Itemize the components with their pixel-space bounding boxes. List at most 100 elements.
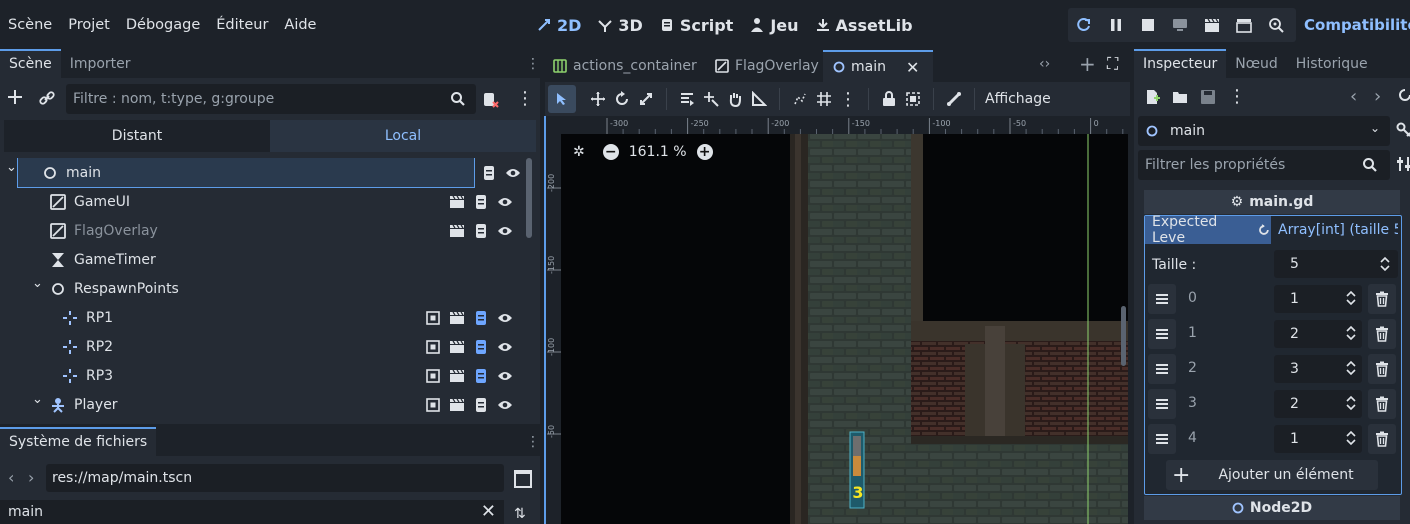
tab-import[interactable]: Importer	[61, 50, 140, 78]
delete-element-icon[interactable]	[1368, 319, 1396, 349]
revert-icon[interactable]	[1257, 223, 1271, 237]
drag-handle-icon[interactable]	[1148, 424, 1176, 454]
clapper-icon[interactable]	[448, 396, 466, 414]
snap-options-menu[interactable]: ⋮	[838, 89, 858, 110]
object-history-icon[interactable]	[1398, 88, 1410, 102]
path-field[interactable]: res://map/main.tscn	[46, 464, 504, 492]
scale-mode-button[interactable]	[636, 89, 656, 109]
remote-mode-button[interactable]: Distant	[4, 120, 270, 152]
filesystem-menu-icon[interactable]: ⋮	[526, 428, 540, 456]
script-section-header[interactable]: ⚙ main.gd	[1144, 190, 1400, 214]
local-mode-button[interactable]: Local	[270, 120, 536, 152]
array-size-field[interactable]: 5	[1274, 250, 1398, 278]
eye-icon[interactable]	[496, 193, 514, 211]
array-type-button[interactable]: Array[int] (taille 5	[1272, 216, 1398, 244]
menu-project[interactable]: Projet	[60, 0, 118, 50]
stop-button[interactable]	[1132, 8, 1164, 42]
group-icon[interactable]	[424, 309, 442, 327]
array-value-field[interactable]: 2	[1274, 320, 1362, 348]
expand-arrow-icon[interactable]: ⌄	[32, 276, 43, 291]
workspace-2d[interactable]: 2D	[528, 0, 589, 50]
clapper-icon[interactable]	[448, 338, 466, 356]
workspace-3d[interactable]: 3D	[589, 0, 650, 50]
object-selector[interactable]: main ⌄	[1138, 116, 1390, 146]
tab-filesystem[interactable]: Système de fichiers	[0, 427, 157, 457]
tree-item-rp3[interactable]: RP3	[4, 361, 526, 390]
tab-inspector[interactable]: Inspecteur	[1134, 49, 1227, 79]
eye-icon[interactable]	[504, 164, 522, 182]
expand-arrow-icon[interactable]: ⌄	[32, 392, 43, 407]
node2d-section-header[interactable]: Node2D	[1144, 496, 1400, 520]
script-blue-icon[interactable]	[472, 367, 490, 385]
lock-button[interactable]	[879, 89, 899, 109]
array-value-field[interactable]: 1	[1274, 425, 1362, 453]
spin-arrows-icon[interactable]	[1346, 360, 1356, 376]
workspace-script[interactable]: Script	[651, 0, 741, 50]
clear-search-icon[interactable]: ✕	[481, 500, 496, 524]
tab-history[interactable]: Historique	[1287, 50, 1377, 78]
history-forward-button[interactable]: ›	[28, 468, 34, 487]
view-menu-button[interactable]: Affichage	[985, 91, 1051, 107]
move-mode-button[interactable]	[588, 89, 608, 109]
center-view-icon[interactable]: ✲	[573, 144, 585, 160]
instance-scene-button[interactable]	[38, 90, 56, 106]
list-select-button[interactable]	[677, 89, 697, 109]
group-icon[interactable]	[424, 367, 442, 385]
history-back-button[interactable]: ‹	[8, 468, 14, 487]
group-button[interactable]	[903, 89, 923, 109]
group-icon[interactable]	[424, 396, 442, 414]
delete-element-icon[interactable]	[1368, 424, 1396, 454]
eye-icon[interactable]	[496, 367, 514, 385]
tree-item-gametimer[interactable]: GameTimer	[4, 245, 526, 274]
array-value-field[interactable]: 3	[1274, 355, 1362, 383]
tree-item-player[interactable]: ⌄ Player	[4, 390, 526, 419]
select-mode-button[interactable]	[548, 85, 576, 113]
filter-script-button[interactable]	[482, 91, 500, 109]
tree-item-gameui[interactable]: GameUI	[4, 187, 526, 216]
menu-editor[interactable]: Éditeur	[208, 0, 276, 50]
spin-arrows-icon[interactable]	[1346, 325, 1356, 341]
history-next-button[interactable]: ›	[1374, 86, 1381, 107]
new-scene-tab-icon[interactable]: +	[1079, 52, 1096, 76]
renderer-selector[interactable]: Compatibilité	[1304, 0, 1410, 50]
split-view-icon[interactable]	[514, 470, 532, 488]
tab-node[interactable]: Nœud	[1226, 50, 1287, 78]
spin-arrows-icon[interactable]	[1346, 395, 1356, 411]
editor-tab-actions-container[interactable]: actions_container	[545, 52, 705, 80]
group-icon[interactable]	[424, 338, 442, 356]
file-search-input[interactable]: main ✕	[0, 500, 504, 524]
run-custom-scene-button[interactable]	[1228, 8, 1260, 42]
delete-element-icon[interactable]	[1368, 354, 1396, 384]
delete-element-icon[interactable]	[1368, 389, 1396, 419]
workspace-assetlib[interactable]: AssetLib	[807, 0, 921, 50]
spin-arrows-icon[interactable]	[1346, 430, 1356, 446]
scene-tree-scrollbar[interactable]	[526, 158, 532, 238]
history-prev-button[interactable]: ‹	[1350, 86, 1357, 107]
array-value-field[interactable]: 1	[1274, 285, 1362, 313]
clapper-icon[interactable]	[448, 193, 466, 211]
grid-snap-button[interactable]	[814, 89, 834, 109]
tree-item-rp1[interactable]: RP1	[4, 303, 526, 332]
drag-handle-icon[interactable]	[1148, 319, 1176, 349]
script-blue-icon[interactable]	[472, 309, 490, 327]
menu-scene[interactable]: Scène	[0, 0, 60, 50]
script-icon[interactable]	[472, 222, 490, 240]
scene-menu-icon[interactable]: ⋮	[516, 88, 534, 109]
pivot-mode-button[interactable]	[701, 89, 721, 109]
property-name-label[interactable]: Expected Leve	[1145, 214, 1271, 246]
save-icon[interactable]	[1200, 89, 1216, 105]
editor-tab-main[interactable]: main ✕	[823, 50, 933, 82]
script-icon[interactable]	[472, 193, 490, 211]
eye-icon[interactable]	[496, 222, 514, 240]
add-element-button[interactable]: + Ajouter un élément	[1166, 460, 1378, 490]
rotate-mode-button[interactable]	[612, 89, 632, 109]
spin-arrows-icon[interactable]	[1380, 256, 1390, 272]
object-properties-button[interactable]	[1396, 122, 1410, 138]
remote-debug-button[interactable]	[1164, 8, 1196, 42]
close-tab-icon[interactable]: ✕	[906, 58, 919, 77]
tree-item-respawnpoints[interactable]: ⌄ RespawnPoints	[4, 274, 526, 303]
drag-handle-icon[interactable]	[1148, 284, 1176, 314]
2d-viewport[interactable]: -300 -250 -200 -150 -100 -50 0 -200 -150 -100 -50…	[545, 116, 1128, 524]
reload-button[interactable]	[1068, 8, 1100, 42]
dock-menu-icon[interactable]: ⋮	[526, 50, 540, 78]
